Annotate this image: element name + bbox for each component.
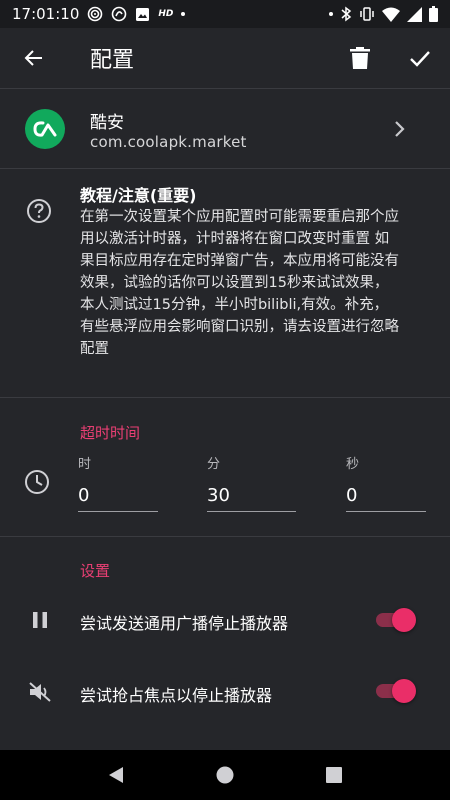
dot-icon (181, 12, 186, 16)
minutes-input[interactable]: 30 (207, 480, 296, 512)
netease-icon (111, 6, 127, 22)
hours-input[interactable]: 0 (78, 480, 158, 512)
timeout-header: 超时时间 (80, 424, 141, 442)
divider (0, 536, 450, 537)
minutes-field: 分 30 (207, 453, 296, 512)
setting-focus-label: 尝试抢占焦点以停止播放器 (80, 686, 273, 705)
focus-toggle[interactable] (374, 678, 418, 704)
pause-icon (26, 606, 54, 634)
hours-field: 时 0 (78, 453, 158, 512)
setting-broadcast-row[interactable]: 尝试发送通用广播停止播放器 (0, 590, 450, 650)
arrow-back-icon (24, 50, 42, 66)
battery-icon (429, 6, 438, 22)
bluetooth-icon (340, 6, 352, 22)
wifi-icon (382, 7, 400, 22)
seconds-field: 秒 0 (346, 453, 426, 512)
tutorial-card: 教程/注意(重要) 在第一次设置某个应用配置时可能需要重启那个应用以激活计时器，… (0, 170, 450, 395)
seconds-input[interactable]: 0 (346, 480, 426, 512)
coolapk-app-icon (25, 109, 65, 149)
setting-broadcast-label: 尝试发送通用广播停止播放器 (80, 614, 289, 633)
hours-label: 时 (78, 457, 92, 472)
timeout-section: 超时时间 时 0 分 30 秒 0 (0, 398, 450, 535)
broadcast-toggle[interactable] (374, 607, 418, 633)
trash-icon (350, 47, 370, 69)
square-recents-icon (326, 767, 342, 783)
circle-home-icon (216, 766, 234, 784)
settings-header: 设置 (80, 562, 111, 580)
dot-icon (329, 12, 333, 16)
save-button[interactable] (406, 43, 434, 73)
signal-icon (407, 6, 422, 22)
hotspot-icon (87, 6, 103, 22)
setting-focus-row[interactable]: 尝试抢占焦点以停止播放器 (0, 662, 450, 722)
image-icon (135, 7, 150, 22)
minutes-label: 分 (207, 457, 221, 472)
clock-icon (23, 468, 51, 496)
nav-back-button[interactable] (105, 764, 127, 786)
divider (0, 168, 450, 169)
status-time: 17:01:10 (12, 5, 80, 23)
navigation-bar (0, 750, 450, 800)
nav-home-button[interactable] (214, 764, 236, 786)
app-name: 酷安 (90, 113, 124, 133)
tutorial-body: 在第一次设置某个应用配置时可能需要重启那个应用以激活计时器，计时器将在窗口改变时… (80, 209, 399, 357)
hd-icon: HD (158, 9, 174, 19)
delete-button[interactable] (346, 43, 374, 73)
nav-recents-button[interactable] (323, 764, 345, 786)
target-app-row[interactable]: 酷安 com.coolapk.market (0, 90, 450, 168)
volume-off-icon (26, 678, 54, 706)
help-icon (26, 198, 52, 224)
chevron-right-icon (390, 117, 410, 141)
vibrate-icon (359, 6, 375, 22)
page-title: 配置 (90, 48, 135, 73)
seconds-label: 秒 (346, 457, 360, 472)
back-button[interactable] (20, 44, 48, 72)
app-package: com.coolapk.market (90, 133, 247, 151)
tutorial-title: 教程/注意(重要) (80, 186, 197, 205)
check-icon (410, 51, 430, 67)
settings-section: 设置 尝试发送通用广播停止播放器 尝试抢占焦点以停止播放器 (0, 538, 450, 748)
status-bar: 17:01:10 HD (0, 0, 450, 28)
divider (0, 88, 450, 89)
app-bar: 配置 (0, 28, 450, 88)
triangle-back-icon (109, 767, 123, 783)
